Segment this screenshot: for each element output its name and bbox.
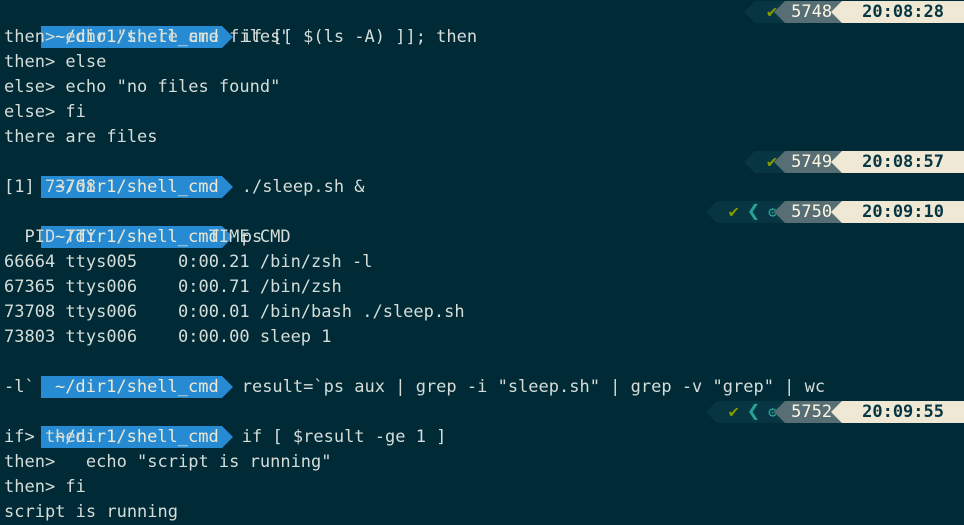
prompt-time: 20:08:57 bbox=[831, 151, 964, 173]
prompt-time: 20:09:10 bbox=[831, 201, 964, 223]
output-line: else> fi bbox=[4, 102, 86, 122]
prompt-line: ~/dir1/shell_cmd if [ $result -ge 1 ] ✔ ❮ ⚙… bbox=[0, 399, 964, 448]
output-line: then> echo "there are files" bbox=[4, 27, 291, 47]
checkmark-icon: ✔ bbox=[728, 402, 739, 422]
chevron-left-icon: ❮ bbox=[746, 199, 761, 224]
prompt-line: ~/dir1/shell_cmd ps ✔ ❮ ⚙ 5750 20:09:10 bbox=[0, 199, 964, 248]
output-line: then> fi bbox=[4, 477, 86, 497]
prompt-line: ~/dir1/shell_cmd result=`ps aux | grep -i… bbox=[0, 350, 964, 398]
right-prompt: ✔ 5748 20:08:28 bbox=[743, 1, 964, 23]
right-prompt: ✔ ❮ ⚙ 5752 20:09:55 bbox=[705, 399, 964, 424]
output-line: PID TTY TIME CMD bbox=[4, 227, 291, 247]
output-line: then> echo "script is running" bbox=[4, 452, 332, 472]
checkmark-icon: ✔ bbox=[728, 202, 739, 222]
output-line: else> echo "no files found" bbox=[4, 77, 281, 97]
command-continuation: -l` bbox=[4, 377, 35, 397]
prompt-time: 20:08:28 bbox=[831, 1, 964, 23]
chevron-left-icon: ❮ bbox=[746, 399, 761, 424]
output-line: if> then bbox=[4, 427, 86, 447]
output-line: 73708 ttys006 0:00.01 /bin/bash ./sleep.… bbox=[4, 302, 465, 322]
right-prompt: ✔ 5749 20:08:57 bbox=[743, 151, 964, 173]
terminal-window[interactable]: ~/dir1/shell_cmd if [[ $(ls -A) ]]; then … bbox=[0, 0, 964, 524]
output-line: 66664 ttys005 0:00.21 /bin/zsh -l bbox=[4, 252, 373, 272]
prompt-line: ~/dir1/shell_cmd ./sleep.sh & ✔ 5749 20:0… bbox=[0, 150, 964, 198]
output-line: there are files bbox=[4, 127, 158, 147]
right-prompt: ✔ ❮ ⚙ 5750 20:09:10 bbox=[705, 199, 964, 224]
prompt-time: 20:09:55 bbox=[831, 401, 964, 423]
output-line: [1] 73708 bbox=[4, 177, 97, 197]
output-line: script is running bbox=[4, 502, 178, 522]
output-line: 73803 ttys006 0:00.00 sleep 1 bbox=[4, 327, 332, 347]
output-line: then> else bbox=[4, 52, 107, 72]
prompt-line: ~/dir1/shell_cmd if [[ $(ls -A) ]]; then … bbox=[0, 0, 964, 48]
output-line: 67365 ttys006 0:00.71 /bin/zsh bbox=[4, 277, 342, 297]
